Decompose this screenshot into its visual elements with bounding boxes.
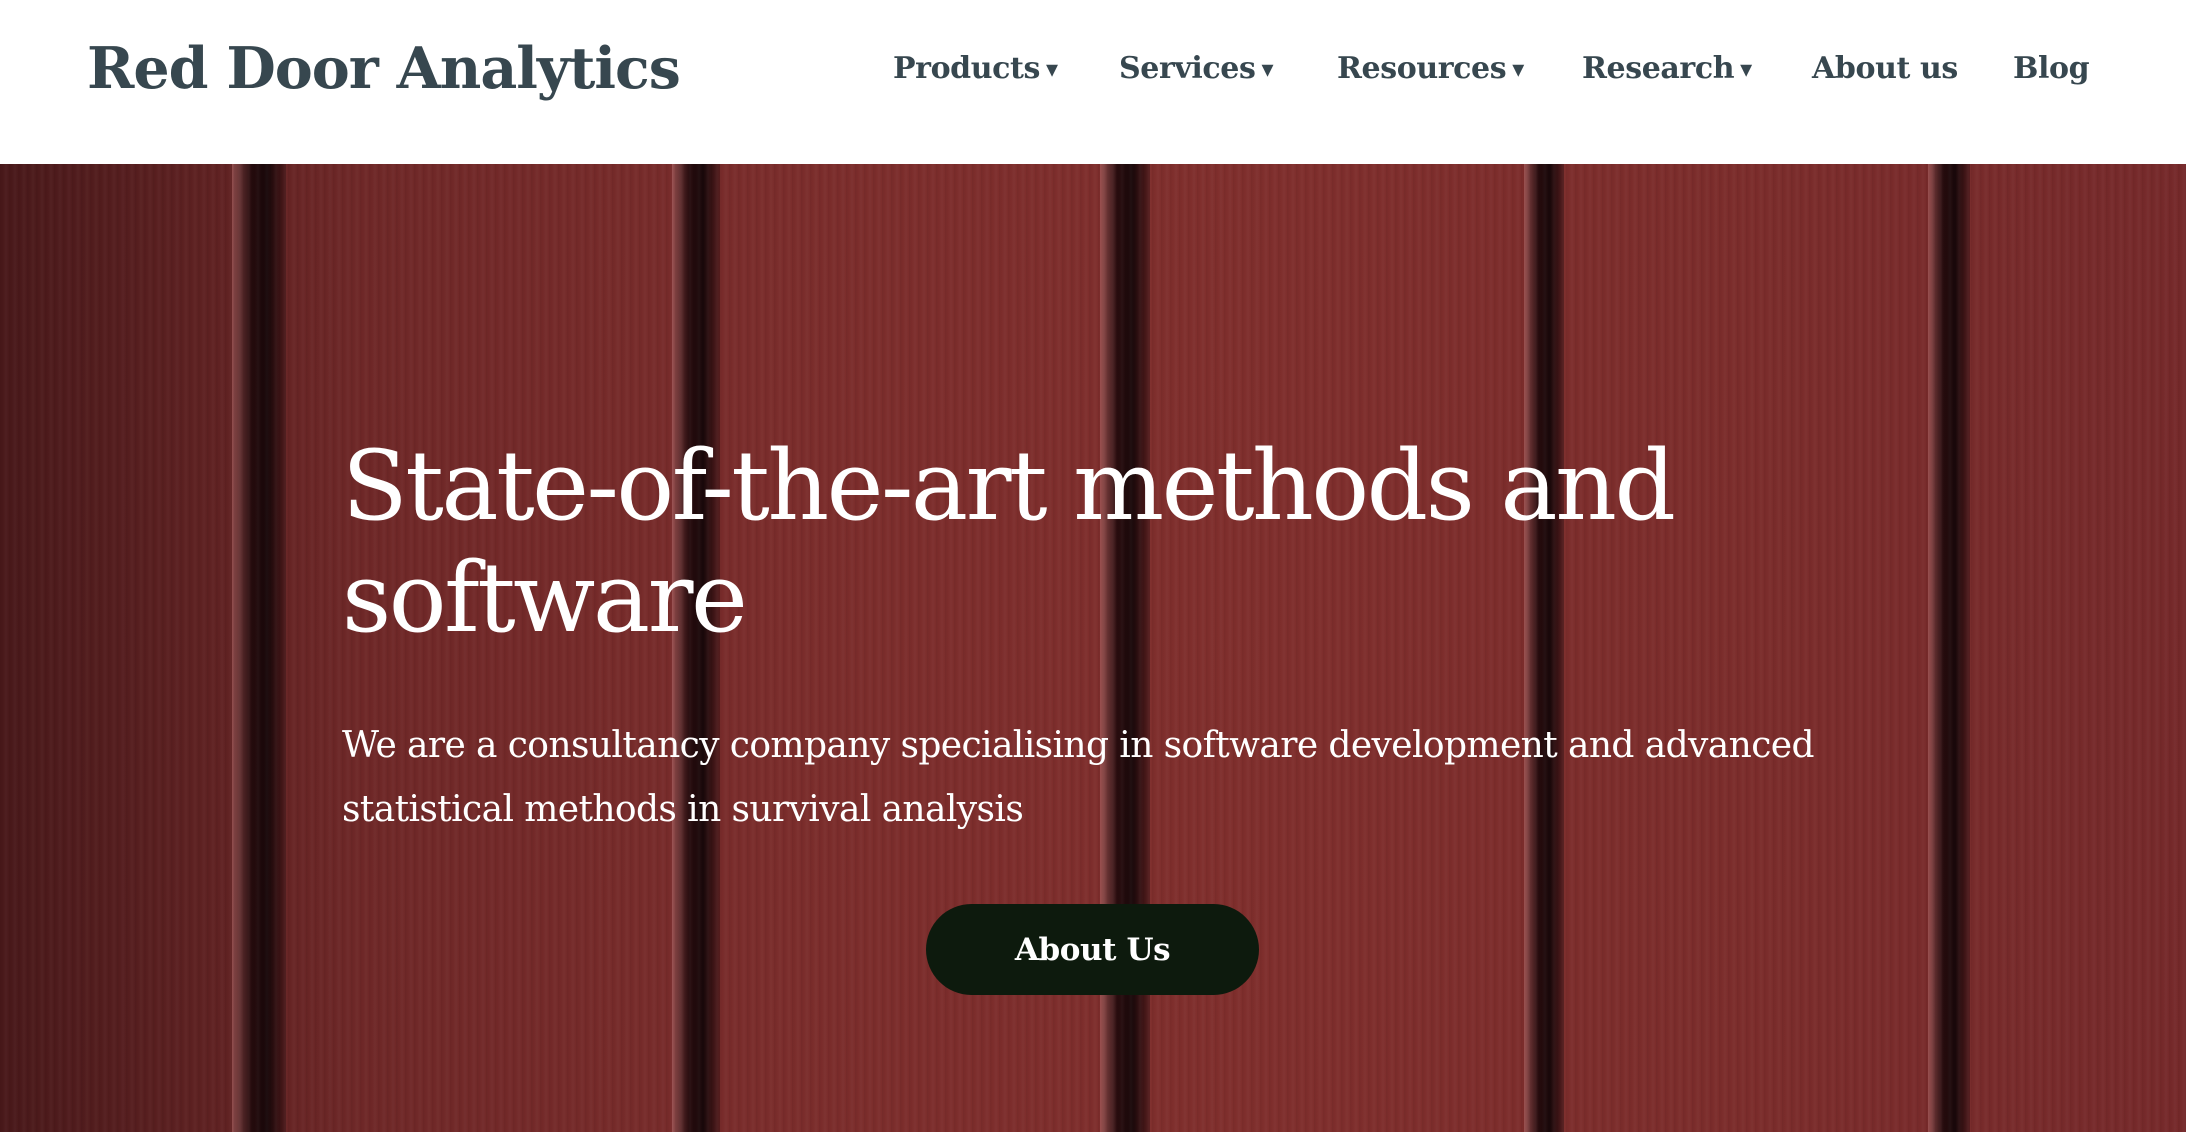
nav-item-about-us[interactable]: About us	[1812, 46, 1958, 90]
about-us-button[interactable]: About Us	[926, 904, 1259, 995]
chevron-down-icon: ▾	[1512, 53, 1524, 83]
nav-item-resources[interactable]: Resources ▾	[1337, 46, 1524, 90]
hero-title: State-of-the-art methods and software	[342, 430, 1676, 654]
chevron-down-icon: ▾	[1261, 53, 1274, 83]
nav-item-label: Blog	[2013, 50, 2090, 86]
nav-item-label: Services	[1119, 50, 1256, 86]
hero-subtitle: We are a consultancy company specialisin…	[342, 725, 1815, 830]
nav-item-label: Research	[1582, 50, 1735, 86]
hero-section: State-of-the-art methods and software We…	[0, 164, 2186, 1132]
chevron-down-icon: ▾	[1045, 53, 1058, 83]
nav-item-research[interactable]: Research ▾	[1582, 46, 1752, 90]
nav-item-label: About us	[1812, 50, 1958, 86]
nav-item-blog[interactable]: Blog	[2013, 46, 2090, 90]
door-plank-seam	[232, 164, 286, 1132]
nav-item-label: Resources	[1337, 50, 1507, 86]
nav-item-label: Products	[893, 50, 1040, 86]
site-header: Red Door Analytics Products ▾ Services ▾ R…	[0, 0, 2186, 164]
chevron-down-icon: ▾	[1740, 53, 1752, 83]
nav-item-products[interactable]: Products ▾	[893, 46, 1058, 90]
nav-item-services[interactable]: Services ▾	[1119, 46, 1273, 90]
door-plank-seam	[1928, 164, 1970, 1132]
brand-logo[interactable]: Red Door Analytics	[87, 34, 681, 104]
hero-shade	[0, 164, 360, 1132]
